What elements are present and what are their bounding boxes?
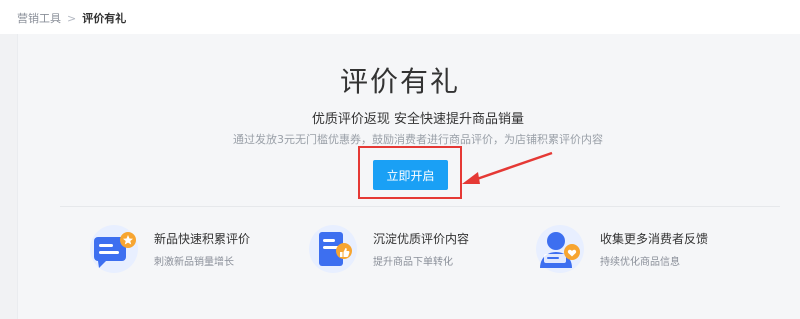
- feature-item-quality-reviews: 沉淀优质评价内容 提升商品下单转化: [305, 224, 469, 274]
- feature-title: 沉淀优质评价内容: [373, 232, 470, 246]
- breadcrumb-separator: >: [67, 11, 77, 25]
- feature-subtitle: 持续优化商品信息: [600, 257, 680, 268]
- page-title: 评价有礼: [339, 65, 460, 98]
- section-divider: [60, 206, 780, 207]
- breadcrumb-current: 评价有礼: [82, 12, 127, 25]
- user-heart-icon: [532, 224, 588, 274]
- feature-subtitle: 提升商品下单转化: [373, 257, 453, 268]
- feature-item-new-product-reviews: 新品快速积累评价 刺激新品销量增长: [86, 224, 250, 274]
- feature-title: 收集更多消费者反馈: [600, 232, 709, 246]
- top-bar: 营销工具 > 评价有礼: [0, 0, 800, 34]
- page-description: 通过发放3元无门槛优惠券，鼓励消费者进行商品评价，为店铺积累评价内容: [233, 133, 603, 146]
- page-subtitle: 优质评价返现 安全快速提升商品销量: [311, 112, 525, 127]
- document-thumb-icon: [305, 224, 361, 274]
- feature-title: 新品快速积累评价: [154, 232, 251, 246]
- feature-subtitle: 刺激新品销量增长: [154, 257, 234, 268]
- breadcrumb: 营销工具 > 评价有礼: [17, 10, 126, 26]
- enable-button[interactable]: 立即开启: [373, 160, 448, 190]
- feature-item-customer-feedback: 收集更多消费者反馈 持续优化商品信息: [532, 224, 708, 274]
- annotation-arrow-icon: [462, 151, 553, 184]
- breadcrumb-parent-link[interactable]: 营销工具: [17, 10, 61, 26]
- chat-star-icon: [86, 224, 142, 274]
